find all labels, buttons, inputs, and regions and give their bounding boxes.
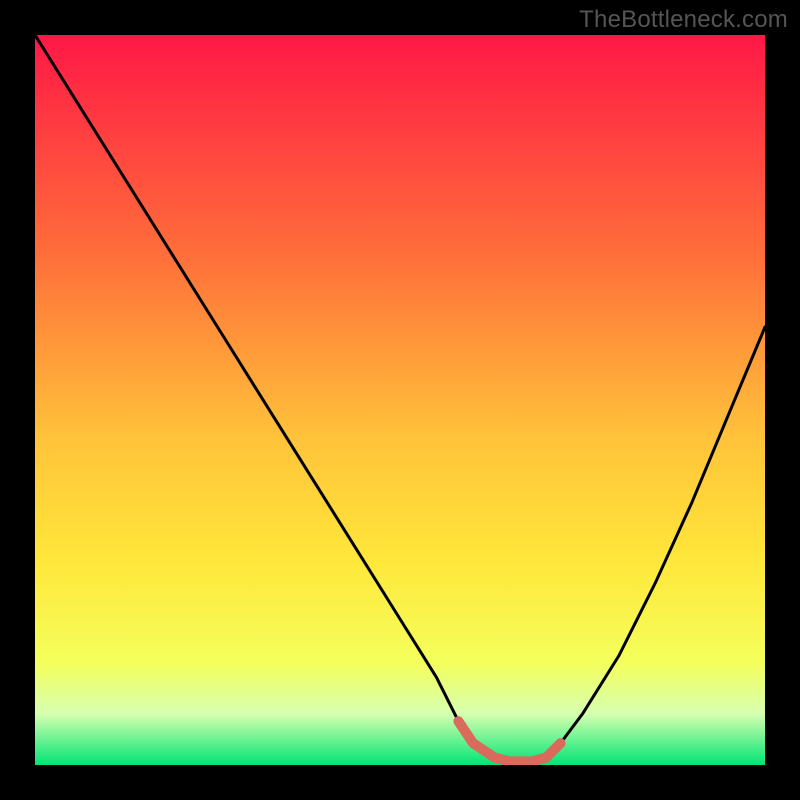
bottleneck-chart — [35, 35, 765, 765]
watermark-text: TheBottleneck.com — [579, 6, 788, 34]
plot-area — [35, 35, 765, 765]
chart-container: TheBottleneck.com — [0, 0, 800, 800]
